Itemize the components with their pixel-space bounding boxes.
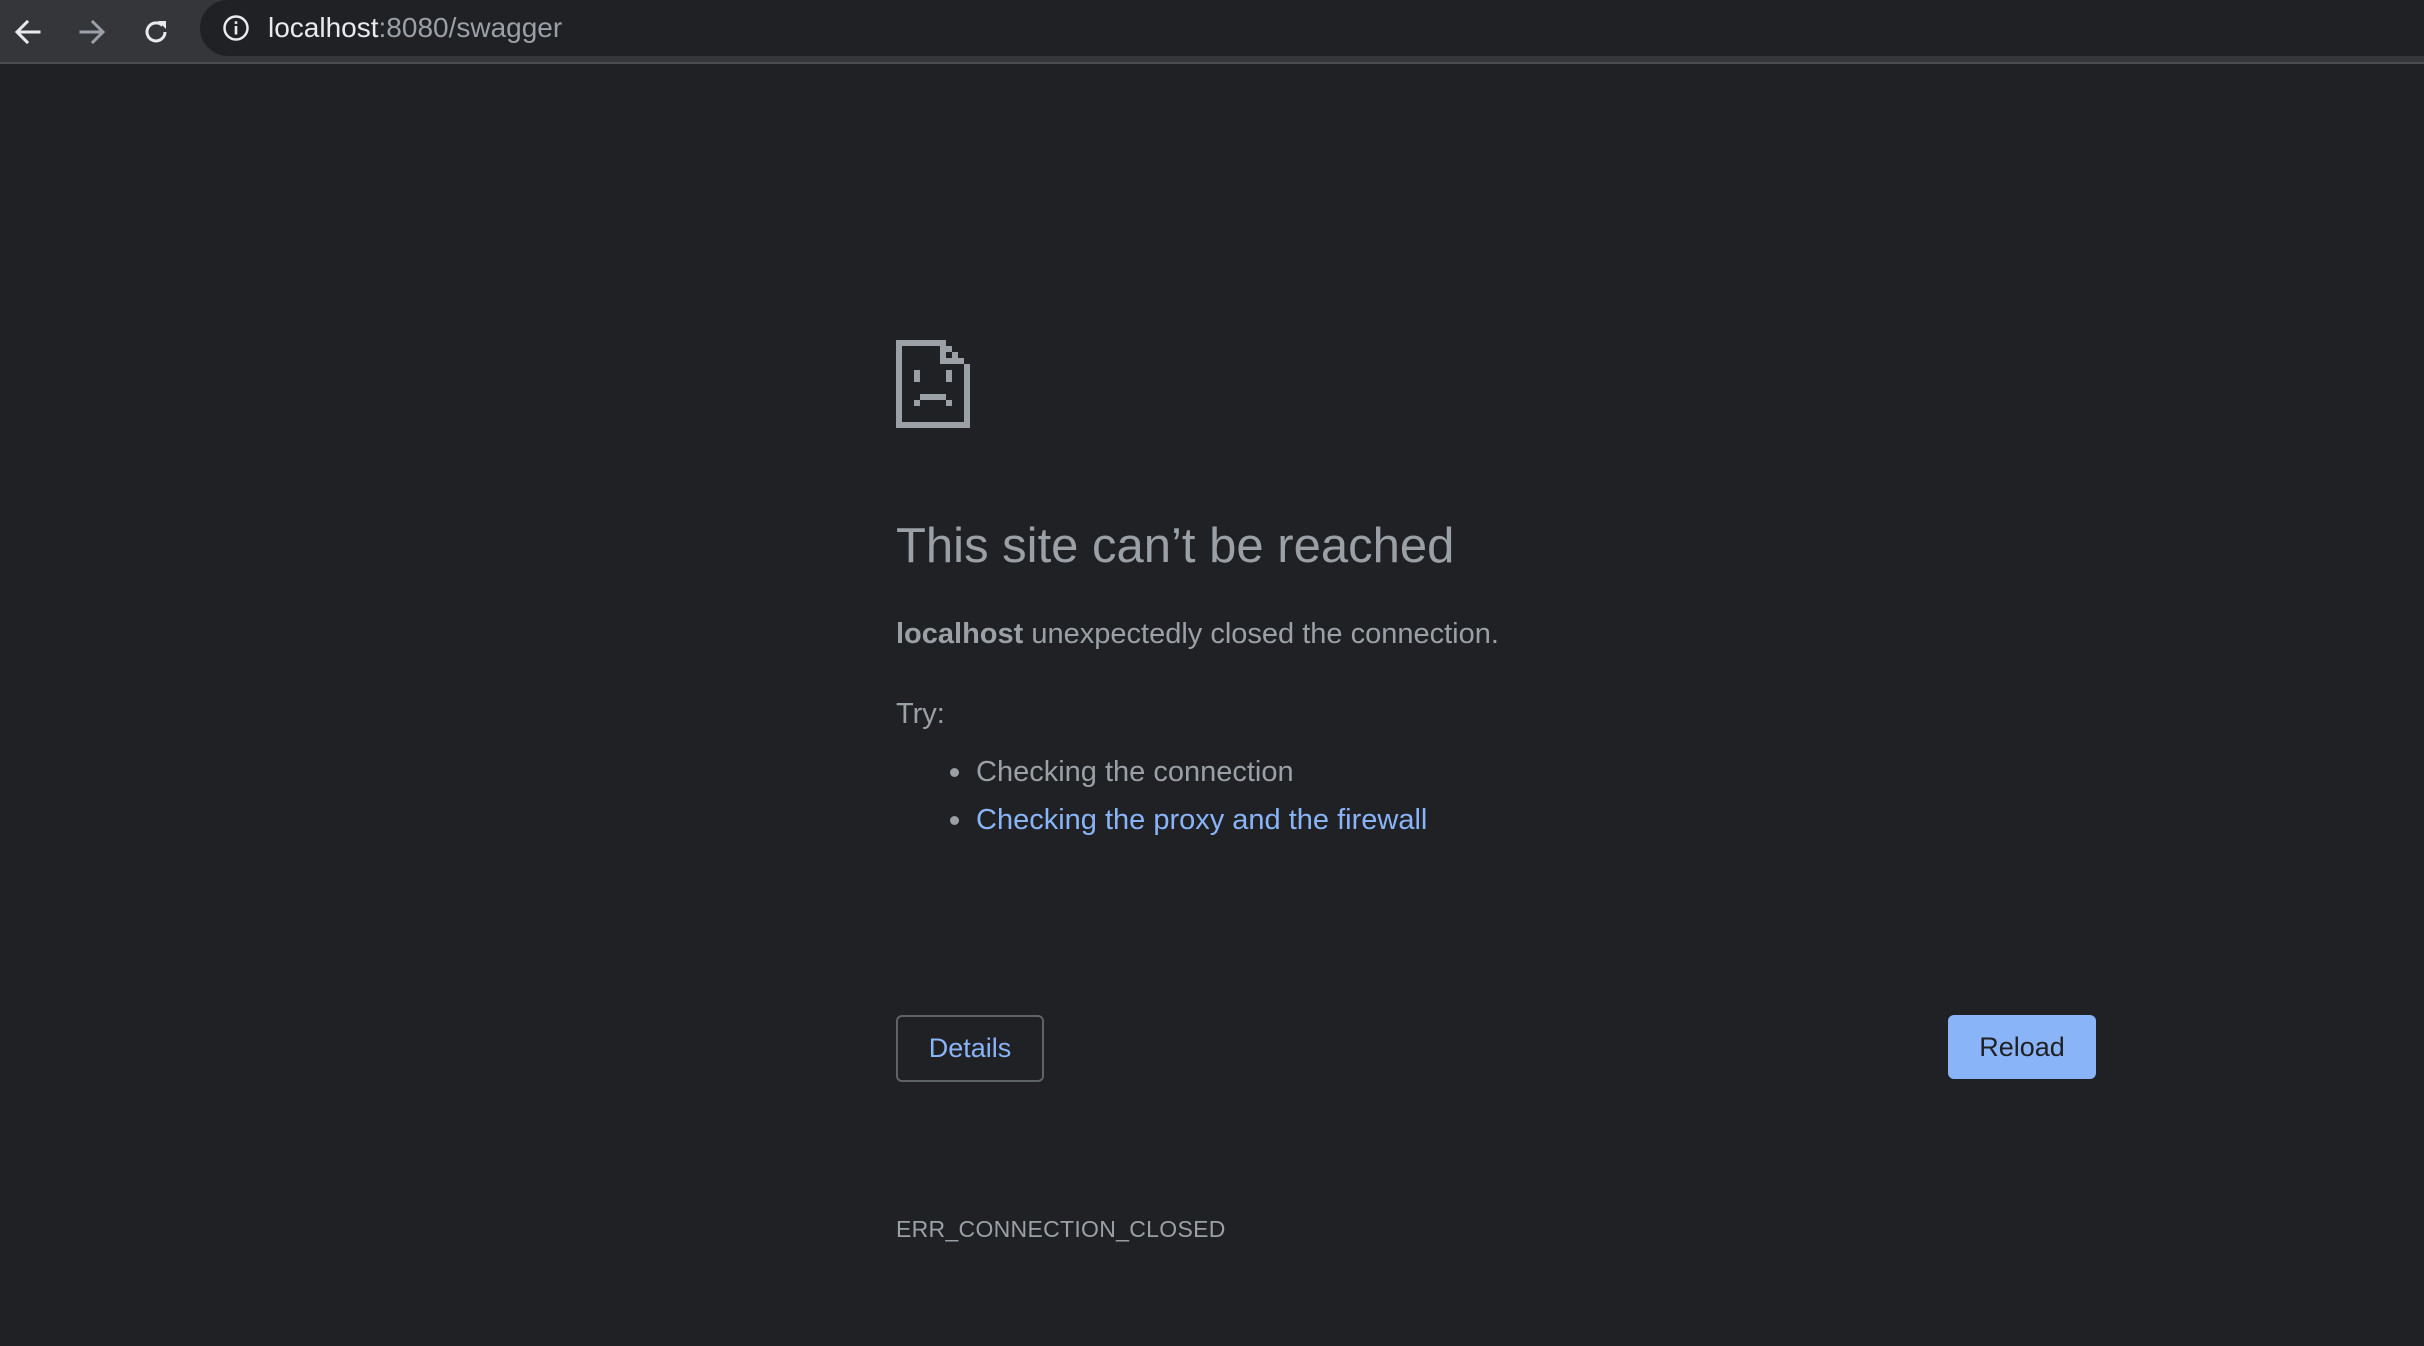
try-label: Try:: [896, 698, 945, 730]
list-item: Checking the connection: [896, 748, 1427, 796]
address-bar[interactable]: localhost:8080/swagger: [200, 0, 2424, 56]
url-host: localhost: [268, 12, 379, 43]
url-text[interactable]: localhost:8080/swagger: [268, 12, 562, 44]
error-headline: This site can’t be reached: [896, 519, 1455, 573]
info-circle-icon[interactable]: [220, 12, 252, 44]
suggestion-proxy-firewall-link[interactable]: Checking the proxy and the firewall: [976, 804, 1427, 836]
sad-document-icon: [896, 340, 970, 428]
reload-button[interactable]: Reload: [1948, 1015, 2096, 1079]
arrow-left-icon: [12, 16, 44, 48]
list-item: Checking the proxy and the firewall: [896, 796, 1427, 844]
suggestions-list: Checking the connection Checking the pro…: [896, 748, 1427, 844]
arrow-right-icon: [76, 16, 108, 48]
forward-button[interactable]: [66, 6, 118, 58]
bullet-icon: [950, 816, 959, 825]
error-code: ERR_CONNECTION_CLOSED: [896, 1216, 1226, 1242]
browser-toolbar: localhost:8080/swagger: [0, 0, 2424, 64]
reload-page-button[interactable]: [130, 6, 182, 58]
back-button[interactable]: [2, 6, 54, 58]
bullet-icon: [950, 768, 959, 777]
error-summary: localhost unexpectedly closed the connec…: [896, 620, 1499, 649]
error-summary-text: unexpectedly closed the connection.: [1023, 618, 1499, 650]
refresh-icon: [140, 16, 172, 48]
error-summary-host: localhost: [896, 618, 1024, 650]
details-button[interactable]: Details: [896, 1015, 1044, 1082]
suggestion-check-connection: Checking the connection: [976, 756, 1294, 788]
url-path: :8080/swagger: [378, 12, 563, 43]
